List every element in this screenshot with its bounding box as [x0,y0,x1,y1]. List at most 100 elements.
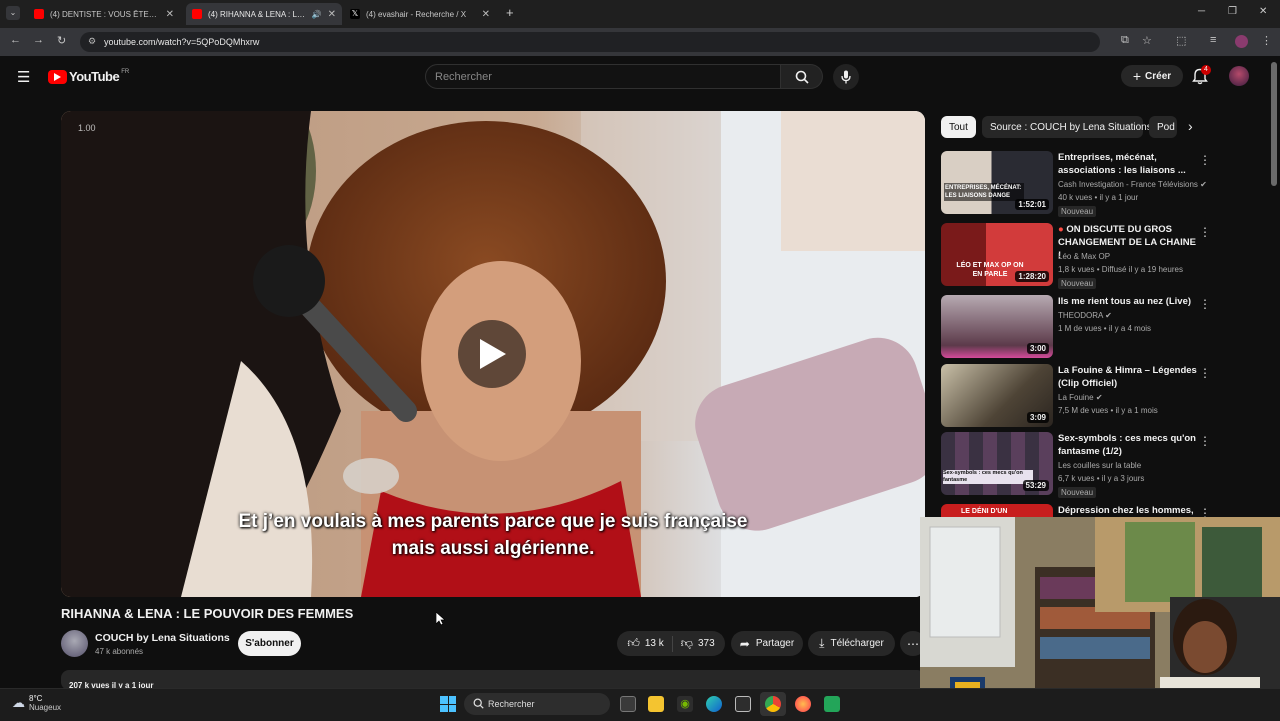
video-title[interactable]: Sex-symbols : ces mecs qu'on fantasme (1… [1058,432,1198,458]
youtube-favicon-icon [34,9,44,19]
profile-avatar[interactable] [1235,35,1248,48]
search-icon [795,70,809,84]
like-button[interactable]: 👍︎ 13 k [619,635,673,652]
task-view-icon[interactable] [620,696,636,712]
recommended-video[interactable]: 3:00 Ils me rient tous au nez (Live) THE… [941,295,1211,358]
install-app-icon[interactable]: ⧉ [1121,34,1129,47]
page-scrollbar[interactable] [1271,62,1277,186]
plus-icon: + [1132,68,1142,84]
channel-avatar[interactable] [61,630,88,657]
video-title[interactable]: Ils me rient tous au nez (Live) [1058,295,1198,308]
chrome-icon[interactable] [765,696,781,712]
tab-list-menu-icon[interactable]: ⌄ [6,6,20,20]
recommended-video[interactable]: ENTREPRISES, MÉCÉNAT: LES LIAISONS DANGE… [941,151,1211,217]
file-explorer-icon[interactable] [648,696,664,712]
video-meta: 1 M de vues • il y a 4 mois [1058,324,1152,333]
video-thumbnail[interactable]: LÉO ET MAX OP ON EN PARLE 1:28:20 [941,223,1053,286]
video-meta: 7,5 M de vues • il y a 1 mois [1058,406,1158,415]
youtube-logo[interactable]: YouTube FR [48,69,129,84]
chip-label: Pod [1157,121,1175,133]
taskbar-search[interactable]: Rechercher [464,693,610,715]
video-duration: 1:52:01 [1015,199,1049,210]
more-vertical-icon[interactable]: ⋮ [1199,225,1211,239]
subscriber-count: 47 k abonnés [95,647,144,656]
recommended-video[interactable]: LE DÉNI D'UN Dépression chez les hommes,… [941,504,1211,518]
recommended-video[interactable]: 3:09 La Fouine & Himra – Légendes (Clip … [941,364,1211,427]
subscribe-button[interactable]: S'abonner [238,631,301,656]
video-thumbnail[interactable]: ENTREPRISES, MÉCÉNAT: LES LIAISONS DANGE… [941,151,1053,214]
channel-row: La Fouine ✔ [1058,393,1103,402]
voice-search-button[interactable] [833,64,859,90]
bookmark-star-icon[interactable]: ☆ [1142,34,1152,47]
close-tab-icon[interactable]: ✕ [166,9,174,20]
channel-name[interactable]: Les couilles sur la table [1058,461,1141,470]
more-vertical-icon[interactable]: ⋮ [1199,153,1211,167]
firefox-icon[interactable] [795,696,811,712]
share-button[interactable]: ➦ Partager [731,631,803,656]
more-vertical-icon[interactable]: ⋮ [1199,366,1211,380]
chip-podcasts[interactable]: Pod [1149,116,1177,138]
more-vertical-icon[interactable]: ⋮ [1199,434,1211,448]
channel-name[interactable]: COUCH by Lena Situations [95,632,230,644]
reload-icon[interactable]: ↻ [57,34,66,47]
forward-icon[interactable]: → [33,34,44,46]
search-button[interactable] [781,64,823,89]
more-vertical-icon[interactable]: ⋮ [1199,297,1211,311]
create-button[interactable]: + Créer [1121,65,1183,87]
channel-name[interactable]: Léo & Max OP [1058,252,1110,261]
video-title[interactable]: Dépression chez les hommes, [1058,504,1198,517]
browser-tab[interactable]: (4) DENTISTE : VOUS ÊTES SALE ✕ [28,3,180,25]
discord-icon[interactable] [824,696,840,712]
channel-name[interactable]: La Fouine [1058,393,1094,402]
video-meta: 6,7 k vues • il y a 3 jours [1058,474,1145,483]
maximize-window-icon[interactable]: ❐ [1228,6,1237,17]
channel-name[interactable]: THEODORA [1058,311,1103,320]
close-window-icon[interactable]: ✕ [1259,6,1267,17]
reading-list-icon[interactable]: ≡ [1210,34,1216,46]
close-tab-icon[interactable]: ✕ [328,9,336,20]
new-tab-button[interactable]: + [506,5,514,20]
nvidia-icon[interactable]: ◉ [677,696,693,712]
video-thumbnail[interactable]: LE DÉNI D'UN [941,504,1053,518]
hamburger-menu-icon[interactable]: ☰ [17,68,30,86]
back-icon[interactable]: ← [10,34,21,46]
channel-name[interactable]: Cash Investigation - France Télévisions [1058,180,1198,189]
recommended-video[interactable]: LÉO ET MAX OP ON EN PARLE 1:28:20 ● ON D… [941,223,1211,289]
description-box[interactable]: 207 k vues il y a 1 jour [61,670,925,690]
windows-logo-icon [440,696,448,704]
new-badge: Nouveau [1058,278,1097,289]
speaker-icon[interactable]: 🔊 [312,10,322,19]
store-icon[interactable] [735,696,751,712]
chip-all[interactable]: Tout [941,116,976,138]
notifications-button[interactable]: 4 [1192,65,1211,90]
video-title[interactable]: La Fouine & Himra – Légendes (Clip Offic… [1058,364,1198,390]
weather-widget[interactable]: ☁ 8°C Nuageux [12,694,61,712]
site-info-icon[interactable]: ⚙ [88,36,96,47]
extensions-icon[interactable]: ⬚ [1176,34,1186,47]
play-button[interactable] [458,320,526,388]
browser-menu-icon[interactable]: ⋮ [1261,34,1272,47]
start-button[interactable] [440,696,456,712]
edge-icon[interactable] [706,696,722,712]
recommended-video[interactable]: Sex-symbols : ces mecs qu'on fantasme 53… [941,432,1211,498]
minimize-window-icon[interactable]: ─ [1198,6,1205,17]
dislike-button[interactable]: 👎︎ 373 [673,636,723,651]
chip-source[interactable]: Source : COUCH by Lena Situations [982,116,1152,138]
video-thumbnail[interactable]: 3:09 [941,364,1053,427]
youtube-favicon-icon [192,9,202,19]
download-button[interactable]: ⤓ Télécharger [808,631,895,656]
video-thumbnail[interactable]: 3:00 [941,295,1053,358]
video-thumbnail[interactable]: Sex-symbols : ces mecs qu'on fantasme 53… [941,432,1053,495]
browser-tab-active[interactable]: (4) RIHANNA & LENA : LE P 🔊 ✕ [186,3,342,25]
windows-taskbar [0,688,1280,721]
address-bar[interactable]: ⚙ youtube.com/watch?v=5QPoDQMhxrw [80,32,1100,52]
search-input[interactable]: Rechercher [425,64,781,89]
youtube-wordmark: YouTube [69,69,120,84]
region-code: FR [121,68,130,75]
close-tab-icon[interactable]: ✕ [482,9,490,20]
account-avatar[interactable] [1229,66,1249,86]
browser-tab[interactable]: 𝕏 (4) evashair - Recherche / X ✕ [344,3,496,25]
video-title[interactable]: Entreprises, mécénat, associations : les… [1058,151,1198,177]
chip-label: Tout [949,121,968,133]
chevron-right-icon[interactable]: › [1188,118,1193,134]
